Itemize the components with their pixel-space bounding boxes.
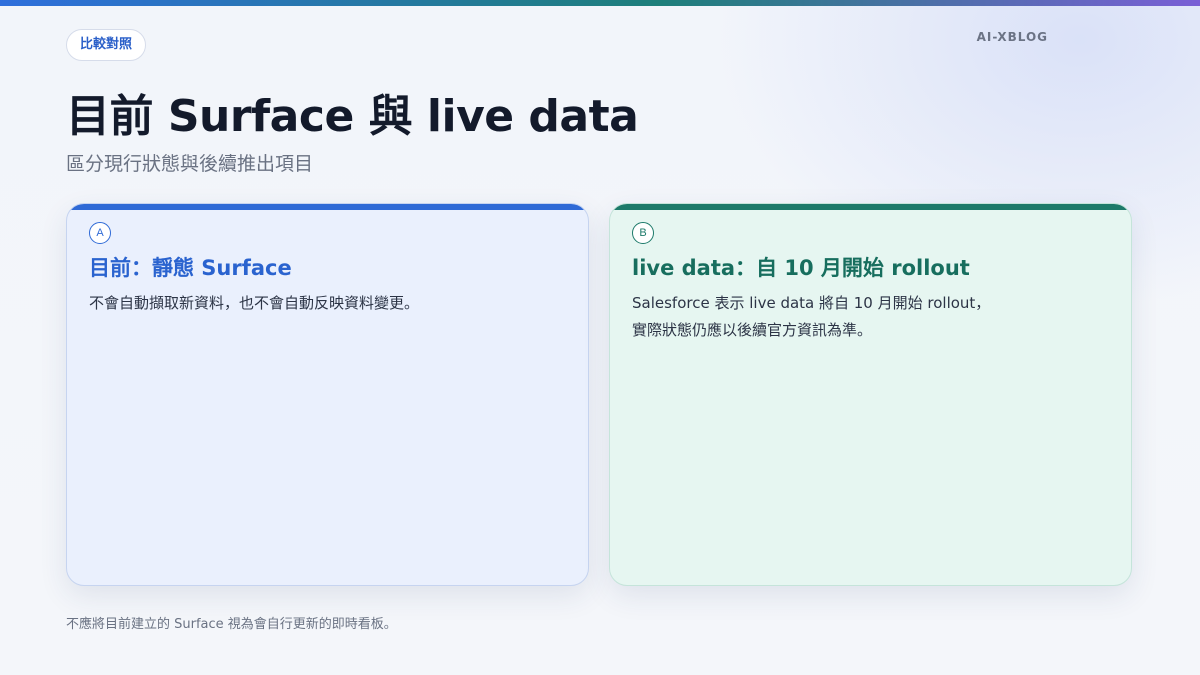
card-b-body: Salesforce 表示 live data 將自 10 月開始 rollou… bbox=[632, 290, 1102, 344]
card-a-accent-bar bbox=[67, 204, 588, 210]
card-a-body: 不會自動擷取新資料，也不會自動反映資料變更。 bbox=[89, 290, 559, 317]
card-b-title: live data：自 10 月開始 rollout bbox=[632, 256, 970, 280]
top-accent-bar bbox=[0, 0, 1200, 6]
card-a-body-line: 不會自動擷取新資料，也不會自動反映資料變更。 bbox=[89, 294, 420, 312]
card-b-body-line: 實際狀態仍應以後續官方資訊為準。 bbox=[632, 321, 873, 339]
card-a-title: 目前：靜態 Surface bbox=[89, 256, 292, 280]
card-b-accent-bar bbox=[610, 204, 1131, 210]
page-title: 目前 Surface 與 live data bbox=[66, 91, 639, 142]
card-a-badge: A bbox=[89, 222, 111, 244]
card-b-badge: B bbox=[632, 222, 654, 244]
category-tag: 比較對照 bbox=[66, 29, 147, 61]
comparison-card-a: A 目前：靜態 Surface 不會自動擷取新資料，也不會自動反映資料變更。 bbox=[66, 203, 589, 586]
slide: 比較對照 AI-XBLOG 目前 Surface 與 live data 區分現… bbox=[0, 0, 1200, 675]
footnote: 不應將目前建立的 Surface 視為會自行更新的即時看板。 bbox=[66, 617, 397, 632]
comparison-card-b: B live data：自 10 月開始 rollout Salesforce … bbox=[609, 203, 1132, 586]
page-subtitle: 區分現行狀態與後續推出項目 bbox=[66, 153, 314, 175]
brand-label: AI-XBLOG bbox=[976, 30, 1048, 44]
card-b-body-line: Salesforce 表示 live data 將自 10 月開始 rollou… bbox=[632, 294, 991, 312]
